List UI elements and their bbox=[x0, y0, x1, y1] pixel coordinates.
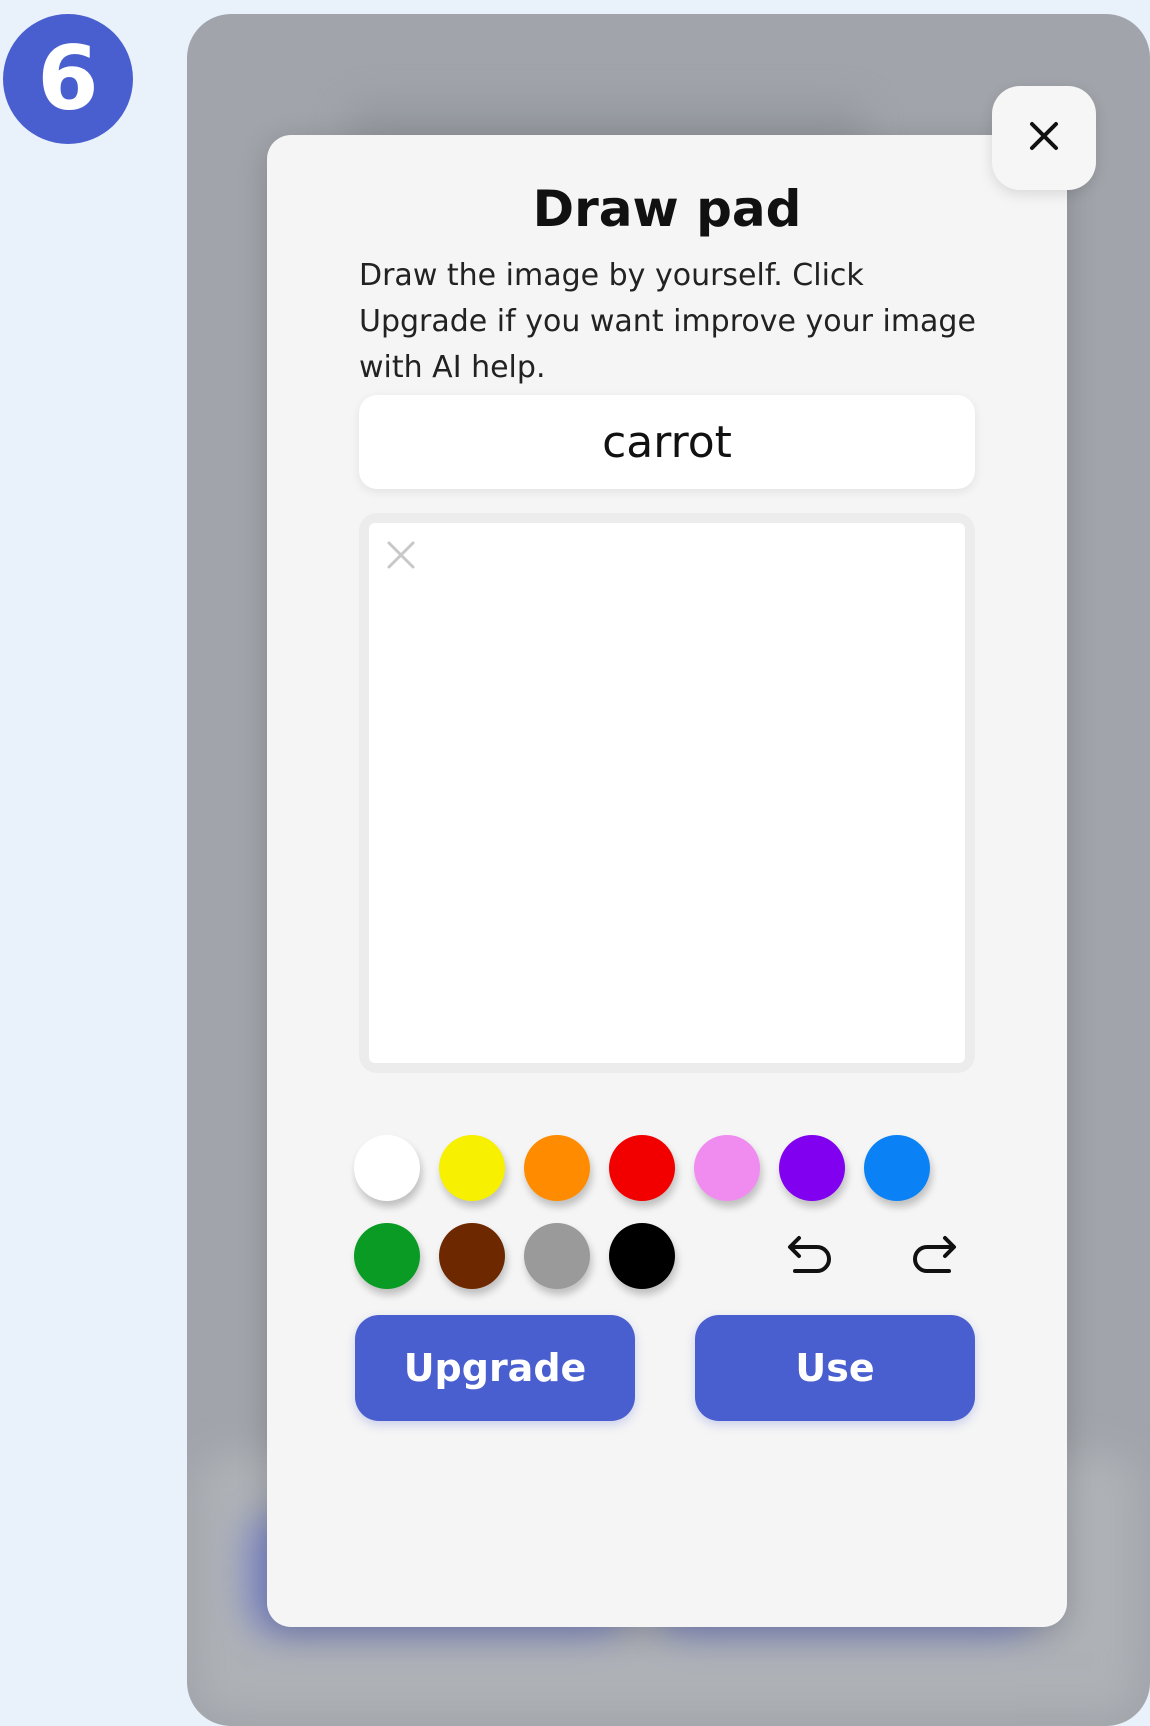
color-swatch-purple[interactable] bbox=[779, 1135, 845, 1201]
color-swatch-red[interactable] bbox=[609, 1135, 675, 1201]
color-swatch-black[interactable] bbox=[609, 1223, 675, 1289]
close-button[interactable] bbox=[992, 86, 1096, 190]
color-swatch-white[interactable] bbox=[354, 1135, 420, 1201]
undo-icon[interactable] bbox=[777, 1225, 837, 1285]
color-swatch-brown[interactable] bbox=[439, 1223, 505, 1289]
step-number-badge: 6 bbox=[3, 14, 133, 144]
clear-canvas-icon[interactable] bbox=[383, 537, 419, 573]
modal-title: Draw pad bbox=[532, 180, 802, 238]
draw-pad-modal: Draw pad Draw the image by yourself. Cli… bbox=[267, 135, 1067, 1627]
color-swatch-gray[interactable] bbox=[524, 1223, 590, 1289]
close-icon bbox=[1027, 119, 1061, 157]
modal-description: Draw the image by yourself. Click Upgrad… bbox=[359, 258, 976, 385]
redo-icon[interactable] bbox=[907, 1225, 967, 1285]
color-swatch-yellow[interactable] bbox=[439, 1135, 505, 1201]
color-swatch-green[interactable] bbox=[354, 1223, 420, 1289]
use-button[interactable]: Use bbox=[695, 1315, 975, 1421]
draw-canvas-frame bbox=[359, 513, 975, 1073]
prompt-field[interactable]: carrot bbox=[359, 395, 975, 489]
color-swatch-orange[interactable] bbox=[524, 1135, 590, 1201]
color-swatch-pink[interactable] bbox=[694, 1135, 760, 1201]
upgrade-button[interactable]: Upgrade bbox=[355, 1315, 635, 1421]
page: 6 Draw pad Draw the image by yourself. C… bbox=[0, 0, 1150, 1726]
color-swatch-blue[interactable] bbox=[864, 1135, 930, 1201]
draw-canvas[interactable] bbox=[369, 523, 965, 1063]
